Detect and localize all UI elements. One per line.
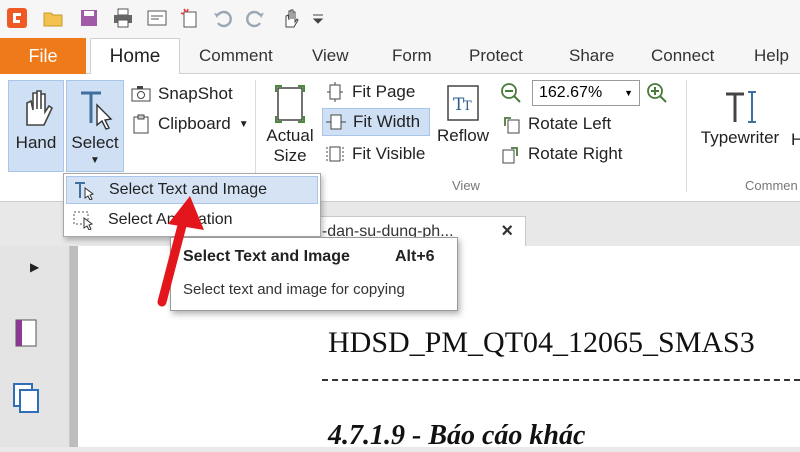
select-button[interactable]: Select ▼	[66, 80, 124, 172]
hand-icon	[26, 90, 54, 126]
fit-width-label: Fit Width	[353, 112, 421, 131]
fit-visible-icon	[324, 143, 346, 165]
navigation-panel: ▶	[0, 246, 70, 447]
fit-width-button[interactable]: Fit Width	[322, 108, 430, 136]
page-shadow	[70, 246, 78, 447]
redo-icon[interactable]	[244, 7, 266, 29]
open-folder-icon[interactable]	[42, 7, 64, 29]
group-label-view: View	[452, 178, 480, 193]
heading-divider	[322, 379, 800, 381]
print-icon[interactable]	[112, 7, 134, 29]
save-icon[interactable]	[78, 7, 100, 29]
fit-width-icon	[325, 111, 347, 133]
reflow-icon: T T	[447, 85, 479, 121]
fit-page-button[interactable]: Fit Page	[324, 78, 415, 106]
tab-help[interactable]: Help	[754, 38, 789, 74]
hand-button[interactable]: Hand	[8, 80, 64, 172]
zoom-out-icon[interactable]	[500, 82, 522, 109]
camera-icon	[130, 83, 152, 105]
layers-icon[interactable]	[12, 382, 40, 419]
tab-comment[interactable]: Comment	[199, 38, 273, 74]
typewriter-button[interactable]: Typewriter	[694, 80, 786, 172]
select-annotation-icon	[66, 210, 100, 230]
actual-size-label-line2: Size	[273, 146, 307, 165]
zoom-select[interactable]: 162.67% ▼	[532, 80, 640, 106]
chevron-down-icon: ▼	[238, 118, 249, 130]
rotate-right-label: Rotate Right	[528, 144, 623, 163]
tab-form[interactable]: Form	[392, 38, 432, 74]
chevron-down-icon: ▼	[90, 155, 100, 166]
actual-size-icon	[275, 85, 305, 123]
clipboard-button[interactable]: Clipboard ▼	[130, 110, 249, 138]
tab-share[interactable]: Share	[569, 38, 614, 74]
close-icon[interactable]: ×	[501, 220, 513, 243]
actual-size-button[interactable]: Actual Size	[262, 80, 318, 172]
fit-page-label: Fit Page	[352, 82, 416, 101]
tab-home[interactable]: Home	[90, 38, 180, 75]
actual-size-label: Actual	[266, 126, 314, 145]
hand-label: Hand	[15, 133, 57, 152]
rotate-right-button[interactable]: Rotate Right	[500, 140, 623, 168]
document-heading: HDSD_PM_QT04_12065_SMAS3	[328, 326, 755, 359]
reflow-button[interactable]: T T Reflow	[434, 80, 492, 172]
select-label: Select	[71, 133, 119, 152]
tab-view[interactable]: View	[312, 38, 349, 74]
ribbon-separator	[686, 80, 687, 192]
clipboard-label: Clipboard	[158, 114, 231, 133]
snapshot-button[interactable]: SnapShot	[130, 80, 233, 108]
rotate-left-button[interactable]: Rotate Left	[500, 110, 611, 138]
reflow-label: Reflow	[437, 126, 489, 145]
rotate-left-icon	[500, 113, 522, 135]
select-text-icon	[67, 180, 101, 200]
zoom-in-icon[interactable]	[646, 82, 668, 109]
zoom-value: 162.67%	[539, 84, 603, 101]
fit-page-icon	[324, 81, 346, 103]
rotate-left-label: Rotate Left	[528, 114, 612, 133]
red-arrow-annotation	[157, 196, 204, 307]
clipboard-icon	[130, 113, 152, 135]
chevron-down-icon: ▼	[624, 88, 633, 98]
cut-off-button-label: H	[791, 130, 800, 149]
typewriter-label: Typewriter	[700, 128, 780, 147]
email-icon[interactable]	[146, 7, 168, 29]
group-label-comment: Commen	[745, 178, 798, 193]
pages-icon[interactable]	[14, 318, 38, 353]
quick-access-toolbar	[0, 0, 800, 38]
undo-icon[interactable]	[212, 7, 234, 29]
tab-protect[interactable]: Protect	[469, 38, 523, 74]
tab-file[interactable]: File	[0, 38, 86, 74]
tooltip-shortcut: Alt+6	[395, 248, 435, 265]
snapshot-label: SnapShot	[158, 84, 233, 103]
fit-visible-label: Fit Visible	[352, 144, 426, 163]
rotate-right-icon	[500, 143, 522, 165]
tab-connect[interactable]: Connect	[651, 38, 714, 74]
new-icon[interactable]	[178, 7, 200, 29]
app-logo-icon[interactable]	[6, 7, 28, 29]
expand-panel-icon[interactable]: ▶	[30, 260, 39, 274]
typewriter-icon	[726, 91, 756, 123]
svg-text:T: T	[463, 99, 472, 114]
hand-tool-icon[interactable]	[280, 7, 302, 29]
document-section-title: 4.7.1.9 - Báo cáo khác	[328, 420, 586, 451]
fit-visible-button[interactable]: Fit Visible	[324, 140, 425, 168]
customize-icon[interactable]	[310, 7, 326, 29]
select-text-icon	[81, 91, 113, 130]
